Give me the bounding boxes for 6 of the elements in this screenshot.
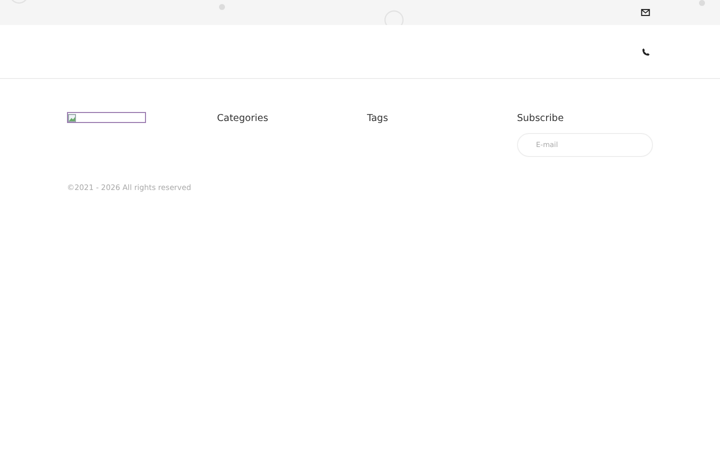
broken-image-icon <box>68 114 76 122</box>
phone-icon[interactable] <box>642 48 650 56</box>
footer-heading: Tags <box>367 112 388 126</box>
mail-icon[interactable] <box>641 9 650 16</box>
footer-heading: Subscribe <box>517 112 564 126</box>
footer-heading: Categories <box>217 112 268 126</box>
